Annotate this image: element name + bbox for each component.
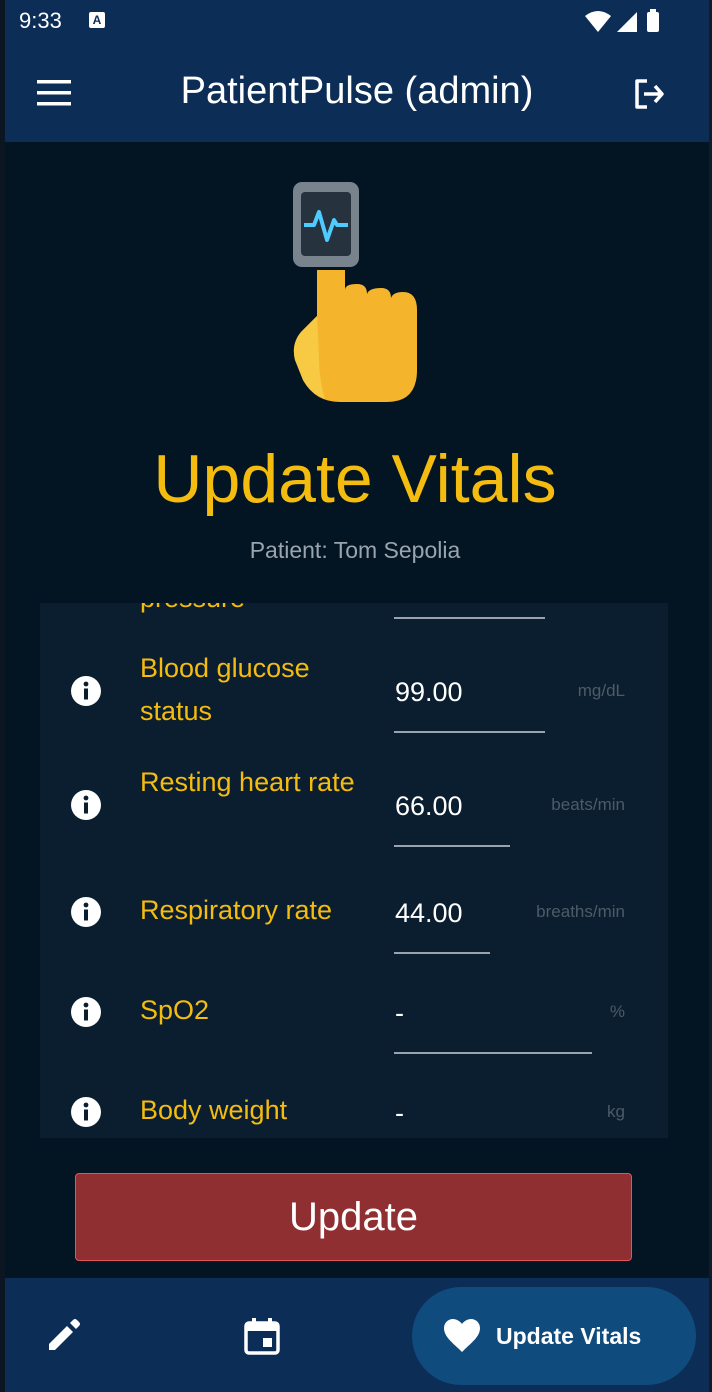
vital-unit: beats/min [551,795,625,814]
vital-row-body-weight: Body weight - kg [40,1089,668,1138]
nav-item-update-vitals[interactable]: Update Vitals [412,1287,696,1385]
bottom-nav: Update Vitals [5,1278,709,1392]
heart-icon [444,1319,480,1352]
vital-row-respiratory-rate: Respiratory rate 44.00 breaths/min [40,889,668,959]
input-underline [394,845,510,847]
app-title: PatientPulse (admin) [180,70,534,112]
input-underline [394,731,545,733]
status-bar: 9:33 A [5,0,709,44]
vital-unit: % [609,1002,625,1021]
nav-item-label: Update Vitals [496,1323,642,1349]
info-icon[interactable] [71,997,101,1027]
vital-row-blood-glucose: Blood glucose status 99.00 mg/dL [40,647,668,737]
vital-label: Resting heart rate [140,767,355,797]
vital-label: SpO2 [140,995,210,1025]
vital-row-spo2: SpO2 - % [40,989,668,1059]
input-underline [394,1052,592,1054]
info-icon[interactable] [71,897,101,927]
status-icons [585,8,665,39]
status-time: 9:33 [19,8,62,33]
vital-value-input[interactable]: - [395,998,404,1029]
vital-unit: kg [607,1102,625,1121]
hand-monitor-icon [293,182,417,402]
info-icon[interactable] [71,676,101,706]
vital-label: Respiratory rate [140,895,333,925]
info-icon[interactable] [71,1097,101,1127]
vital-row-blood-pressure: pressure [40,603,668,623]
vital-unit: mg/dL [577,681,625,700]
vital-label: Body weight [140,1095,288,1125]
input-underline [394,617,545,619]
vital-value-input[interactable]: 66.00 [395,791,463,822]
page-title: Update Vitals [153,441,557,517]
keyboard-badge-icon: A [89,12,105,28]
vital-row-resting-heart-rate: Resting heart rate 66.00 beats/min [40,761,668,851]
vital-value-input[interactable]: 99.00 [395,677,463,708]
edit-icon[interactable] [43,1316,83,1356]
vital-unit: breaths/min [536,902,625,921]
vital-label: pressure [140,603,245,620]
vital-label: Blood glucose status [140,653,310,726]
calendar-icon[interactable] [242,1316,282,1356]
patient-name: Patient: Tom Sepolia [249,537,461,563]
wifi-signal-battery-icon [585,9,659,32]
update-button[interactable]: Update [75,1173,632,1261]
vital-value-input[interactable]: - [395,1098,404,1129]
app-bar: PatientPulse (admin) [5,44,709,142]
input-underline [394,952,490,954]
vital-value-input[interactable]: 44.00 [395,898,463,929]
logout-icon[interactable] [631,76,667,112]
vitals-card[interactable]: pressure Blood glucose status 99.00 mg/d… [40,603,668,1138]
app-screen: 9:33 A PatientPulse (admin) Update Vital… [5,0,709,1392]
info-icon[interactable] [71,790,101,820]
